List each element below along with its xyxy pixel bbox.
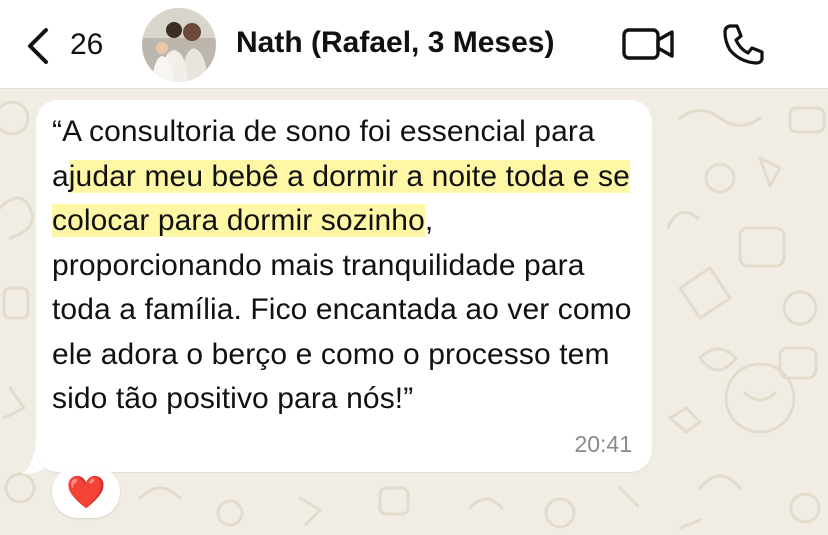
reaction-badge[interactable]: ❤️: [52, 466, 120, 518]
chevron-left-icon: [28, 28, 48, 64]
avatar[interactable]: [142, 8, 216, 82]
video-call-button[interactable]: [622, 24, 676, 64]
back-button[interactable]: 26: [24, 26, 114, 64]
contact-name[interactable]: Nath (Rafael, 3 Meses): [236, 26, 554, 60]
message-bubble[interactable]: “A consultoria de sono foi essencial par…: [36, 100, 652, 472]
message-text-highlight: judar meu bebê a dormir a noite toda e s…: [52, 159, 630, 237]
message-text: “A consultoria de sono foi essencial par…: [52, 110, 648, 422]
heart-icon: ❤️: [66, 474, 106, 510]
video-camera-icon: [622, 28, 674, 60]
voice-call-button[interactable]: [722, 22, 766, 66]
contact-photo: [142, 8, 216, 82]
message-timestamp: 20:41: [574, 431, 632, 457]
unread-count: 26: [70, 28, 104, 61]
phone-icon: [723, 24, 764, 65]
chat-header: 26 Nath (Rafael, 3 Meses): [0, 0, 828, 88]
